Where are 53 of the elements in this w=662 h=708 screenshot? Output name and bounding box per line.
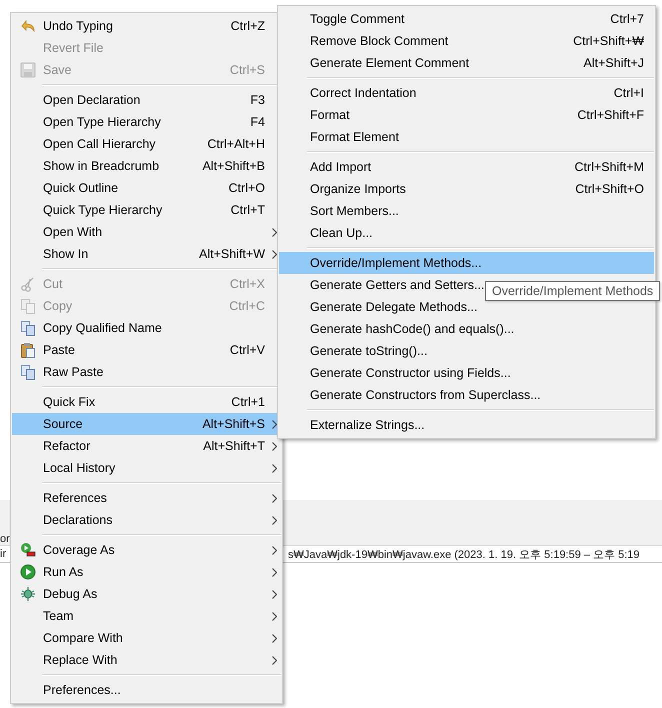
menu-item[interactable]: Toggle Comment Ctrl+7 — [279, 8, 654, 30]
menu-item[interactable]: References — [12, 487, 281, 509]
menu-item[interactable]: Declarations — [12, 509, 281, 531]
coverage-icon — [20, 542, 36, 558]
console-process-text: s₩Java₩jdk-19₩bin₩javaw.exe (2023. 1. 19. 오후 5:19:59 – 오후 5:19 — [288, 548, 640, 562]
menu-item[interactable]: Run As — [12, 561, 281, 583]
menu-item[interactable]: Debug As — [12, 583, 281, 605]
scissors-icon — [20, 276, 36, 292]
menu-item[interactable]: Paste Ctrl+V — [12, 339, 281, 361]
menu-item[interactable]: Refactor Alt+Shift+T — [12, 435, 281, 457]
menu-item[interactable]: Format Ctrl+Shift+F — [279, 104, 654, 126]
menu-item[interactable]: Open With — [12, 221, 281, 243]
menu-item[interactable]: Open Declaration F3 — [12, 89, 281, 111]
menu-item[interactable]: Quick Outline Ctrl+O — [12, 177, 281, 199]
menu-item[interactable]: Open Call Hierarchy Ctrl+Alt+H — [12, 133, 281, 155]
run-icon — [20, 564, 36, 580]
bug-icon — [20, 586, 36, 602]
menu-item[interactable]: Generate hashCode() and equals()... — [279, 318, 654, 340]
console-text-fragment: or — [0, 533, 11, 545]
menu-item[interactable]: Remove Block Comment Ctrl+Shift+₩ — [279, 30, 654, 52]
menu-item[interactable]: Undo Typing Ctrl+Z — [12, 15, 281, 37]
menu-item[interactable]: Organize Imports Ctrl+Shift+O — [279, 178, 654, 200]
menu-item[interactable]: Open Type Hierarchy F4 — [12, 111, 281, 133]
menu-item[interactable]: Clean Up... — [279, 222, 654, 244]
menu-item[interactable]: Sort Members... — [279, 200, 654, 222]
menu-item[interactable]: Add Import Ctrl+Shift+M — [279, 156, 654, 178]
menu-item[interactable]: Local History — [12, 457, 281, 479]
menu-item[interactable]: Preferences... — [12, 679, 281, 701]
pages-icon — [20, 320, 36, 336]
menu-item[interactable]: Quick Fix Ctrl+1 — [12, 391, 281, 413]
pages-icon — [20, 364, 36, 380]
tooltip: Override/Implement Methods — [485, 281, 660, 301]
menu-item[interactable]: Raw Paste — [12, 361, 281, 383]
menu-item[interactable]: Format Element — [279, 126, 654, 148]
menu-item[interactable]: Externalize Strings... — [279, 414, 654, 436]
menu-item[interactable]: Show In Alt+Shift+W — [12, 243, 281, 265]
undo-arrow-icon — [20, 19, 36, 33]
console-text-fragment: ir — [0, 548, 8, 560]
menu-item[interactable]: Override/Implement Methods... — [279, 252, 654, 274]
menu-item[interactable]: Generate toString()... — [279, 340, 654, 362]
menu-item[interactable]: Team — [12, 605, 281, 627]
menu-item[interactable]: Quick Type Hierarchy Ctrl+T — [12, 199, 281, 221]
menu-item[interactable]: Compare With — [12, 627, 281, 649]
menu-item[interactable]: Show in Breadcrumb Alt+Shift+B — [12, 155, 281, 177]
menu-item[interactable]: Generate Constructors from Superclass... — [279, 384, 654, 406]
pages-icon — [20, 298, 36, 314]
menu-item[interactable]: Correct Indentation Ctrl+I — [279, 82, 654, 104]
menu-item[interactable]: Replace With — [12, 649, 281, 671]
menu-item[interactable]: Coverage As — [12, 539, 281, 561]
menu-item[interactable]: Generate Element Comment Alt+Shift+J — [279, 52, 654, 74]
clipboard-icon — [20, 342, 36, 358]
menu-item[interactable]: Generate Constructor using Fields... — [279, 362, 654, 384]
menu-item[interactable]: Copy Qualified Name — [12, 317, 281, 339]
